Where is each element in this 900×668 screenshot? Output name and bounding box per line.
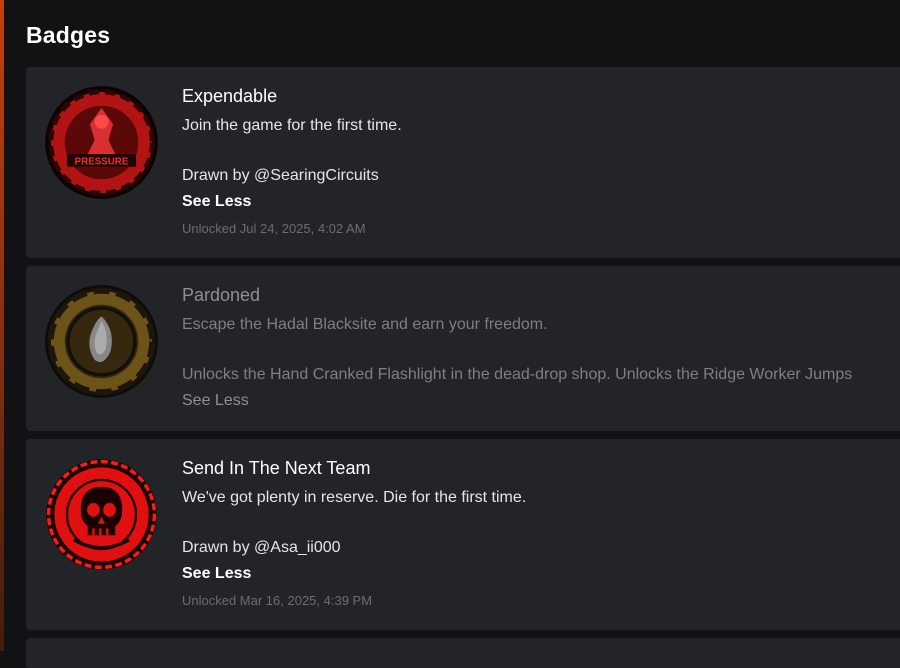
see-less-button[interactable]: See Less [182, 564, 251, 584]
badge-credit: Drawn by @Asa_ii000 [182, 539, 341, 556]
badge-info: Pardoned Escape the Hadal Blacksite and … [182, 284, 900, 411]
badge-credit: Drawn by @SearingCircuits [182, 167, 379, 184]
section-title: Badges [26, 22, 111, 48]
unlocked-date: Unlocked Jul 24, 2025, 4:02 AM [182, 221, 366, 236]
badge-name: Expendable [182, 86, 278, 106]
skull-icon [44, 457, 159, 572]
badge-name: Send In The Next Team [182, 458, 371, 478]
badge-description: Escape the Hadal Blacksite and earn your… [182, 316, 548, 333]
badge-unlock-details: Unlocks the Hand Cranked Flashlight in t… [182, 366, 853, 383]
badge-name: Pardoned [182, 285, 261, 305]
badge-card-send-in-the-next-team: Send In The Next Team We've got plenty i… [26, 439, 900, 630]
see-less-button[interactable]: See Less [182, 192, 251, 212]
unlocked-date: Unlocked Mar 16, 2025, 4:39 PM [182, 593, 373, 608]
badge-info: Send In The Next Team We've got plenty i… [182, 457, 900, 610]
pressure-logo-text: PRESSURE [75, 156, 129, 167]
badge-description: Join the game for the first time. [182, 117, 402, 134]
see-less-button[interactable]: See Less [182, 391, 249, 411]
badge-card-expendable: PRESSURE Expendable Join the game for th… [26, 67, 900, 258]
pardoned-crystal-icon [44, 284, 159, 399]
pressure-logo-icon: PRESSURE [44, 85, 159, 200]
badge-card-pardoned: Pardoned Escape the Hadal Blacksite and … [26, 266, 900, 431]
badge-card-partial [26, 638, 900, 668]
badge-info: Expendable Join the game for the first t… [182, 85, 900, 238]
badge-description: We've got plenty in reserve. Die for the… [182, 489, 527, 506]
badges-page: Badges PRESSURE Expendable Join the game… [4, 0, 900, 668]
